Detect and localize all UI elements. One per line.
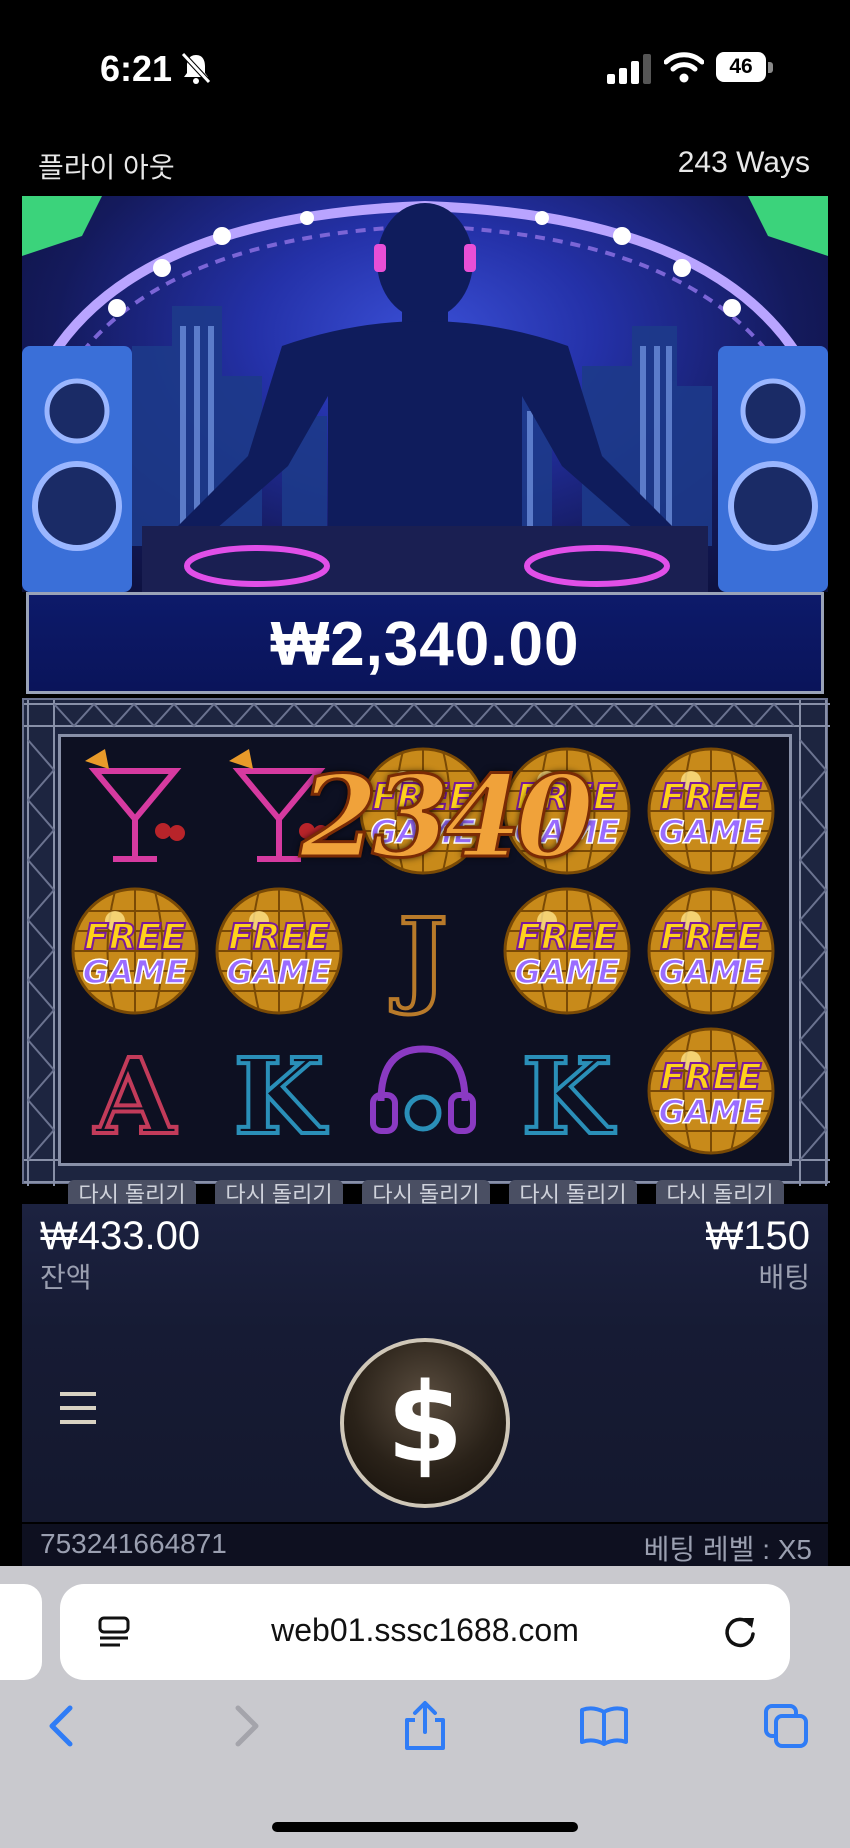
- svg-text:FREE: FREE: [516, 917, 618, 958]
- wifi-icon: [664, 52, 704, 83]
- bet-level: 베팅 레벨 : X5: [643, 1534, 812, 1565]
- share-icon[interactable]: [399, 1700, 451, 1752]
- back-icon[interactable]: [36, 1700, 88, 1752]
- menu-icon[interactable]: [58, 1388, 98, 1428]
- clock: 6:21: [100, 48, 173, 89]
- bet-label: 배팅: [758, 1262, 810, 1293]
- free-game-symbol: FREE GAME: [207, 881, 351, 1021]
- dj-stage-artwork: [22, 196, 828, 592]
- forward-icon[interactable]: [220, 1700, 272, 1752]
- letter-A-symbol: A: [63, 1021, 207, 1161]
- browser-toolbar: web01.sssc1688.com: [0, 1566, 850, 1848]
- tabs-icon[interactable]: [760, 1700, 812, 1752]
- home-indicator: [272, 1822, 578, 1832]
- svg-text:A: A: [94, 1035, 177, 1158]
- battery-indicator: 46: [716, 52, 774, 82]
- win-overlay-number: 2340: [299, 751, 596, 885]
- svg-text:K: K: [522, 1035, 616, 1158]
- battery-level: 46: [716, 52, 766, 82]
- game-header: 플라이 아웃 243 Ways: [0, 130, 850, 196]
- right-speaker: [718, 346, 828, 592]
- svg-text:FREE: FREE: [228, 917, 330, 958]
- round-id: 753241664871: [40, 1528, 227, 1559]
- balance-value: ₩433.00: [40, 1214, 201, 1258]
- battery-nub: [768, 62, 773, 73]
- free-game-symbol: FREE GAME: [639, 1021, 783, 1161]
- svg-text:GAME: GAME: [659, 953, 764, 991]
- headphones-symbol: [351, 1021, 495, 1161]
- spin-button[interactable]: $: [340, 1338, 510, 1508]
- ways-label: 243 Ways: [677, 146, 810, 179]
- win-amount-display: ₩2,340.00: [26, 592, 824, 694]
- svg-text:GAME: GAME: [83, 953, 188, 991]
- free-game-symbol: FREE GAME: [63, 881, 207, 1021]
- previous-tab-edge[interactable]: [0, 1584, 42, 1680]
- balance-label: 잔액: [40, 1262, 92, 1293]
- svg-text:GAME: GAME: [659, 1093, 764, 1131]
- free-game-symbol: FREE GAME: [639, 741, 783, 881]
- svg-text:GAME: GAME: [227, 953, 332, 991]
- cellular-signal-icon: [607, 54, 651, 84]
- reload-icon[interactable]: [720, 1612, 760, 1652]
- svg-text:GAME: GAME: [515, 953, 620, 991]
- info-bar: 753241664871 베팅 레벨 : X5: [22, 1524, 828, 1566]
- bookmarks-icon[interactable]: [578, 1700, 630, 1752]
- letter-K-symbol: K: [495, 1021, 639, 1161]
- silent-bell-icon: [181, 52, 211, 84]
- address-bar[interactable]: web01.sssc1688.com: [60, 1584, 790, 1680]
- svg-text:FREE: FREE: [84, 917, 186, 958]
- svg-text:FREE: FREE: [660, 777, 762, 818]
- svg-text:J: J: [390, 895, 447, 1018]
- dj-scene: [22, 196, 828, 592]
- left-speaker: [22, 346, 132, 592]
- svg-text:FREE: FREE: [660, 917, 762, 958]
- fly-out-label: 플라이 아웃: [38, 152, 175, 183]
- url-text[interactable]: web01.sssc1688.com: [60, 1612, 790, 1649]
- cocktail-symbol: [63, 741, 207, 881]
- svg-text:K: K: [234, 1035, 328, 1158]
- free-game-symbol: FREE GAME: [639, 881, 783, 1021]
- status-bar: 6:21 46: [0, 0, 850, 130]
- svg-text:FREE: FREE: [660, 1057, 762, 1098]
- win-amount: ₩2,340.00: [270, 610, 580, 679]
- letter-K-symbol: K: [207, 1021, 351, 1161]
- free-game-symbol: FREE GAME: [495, 881, 639, 1021]
- bet-value[interactable]: ₩150: [706, 1214, 811, 1259]
- svg-text:GAME: GAME: [659, 813, 764, 851]
- letter-J-symbol: J: [351, 881, 495, 1021]
